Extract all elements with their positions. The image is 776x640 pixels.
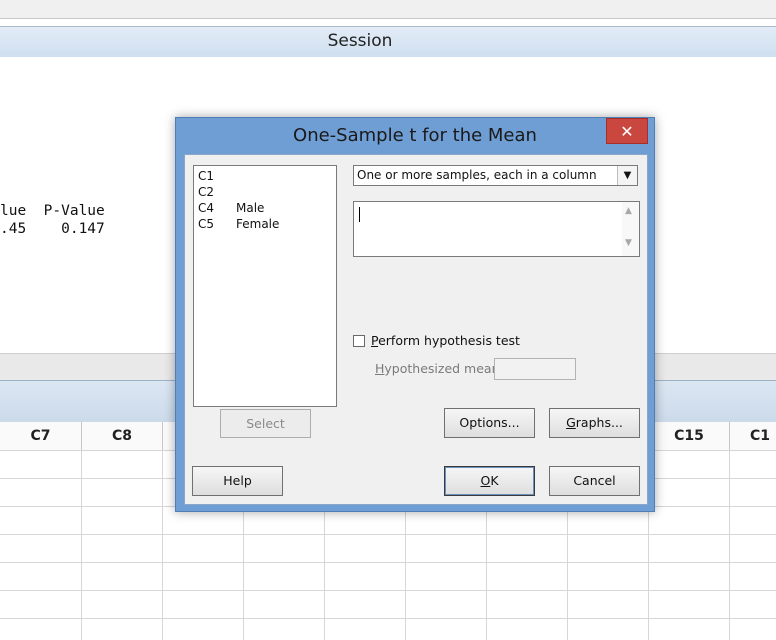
output-values: .45 0.147 [0,221,105,237]
ok-button[interactable]: OK [444,466,535,496]
graphs-button[interactable]: Graphs... [549,408,640,438]
grid-col-line [162,450,163,640]
variable-item[interactable]: C2 [198,184,236,200]
top-toolbar-strip [0,0,776,19]
column-header[interactable]: C1 [730,422,776,451]
options-button[interactable]: Options... [444,408,535,438]
grid-col-line [729,450,730,640]
select-button[interactable]: Select [220,409,311,438]
cancel-button[interactable]: Cancel [549,466,640,496]
one-sample-t-dialog[interactable]: One-Sample t for the Mean ✕ C1 C2 C4 Male… [175,117,655,512]
perform-hypothesis-checkbox[interactable] [353,335,365,347]
hypothesized-mean-label: Hypothesized mean: [375,361,504,376]
output-headers: lue P-Value [0,203,105,219]
column-header[interactable]: C7 [0,422,82,451]
variable-item[interactable]: C4 Male [198,200,264,216]
variable-item[interactable]: C1 [198,168,236,184]
samples-textarea[interactable]: ▲ ▼ [353,201,640,257]
scroll-down-icon[interactable]: ▼ [625,238,632,248]
samples-dropdown-value: One or more samples, each in a column [357,168,597,182]
grid-row-line [0,590,776,591]
grid-col-line [81,450,82,640]
dialog-title: One-Sample t for the Mean [293,125,537,146]
session-title: Session [327,31,393,51]
hypothesized-mean-input[interactable] [494,358,576,380]
textarea-scrollbar[interactable]: ▲ ▼ [622,202,639,256]
dialog-body: C1 C2 C4 Male C5 Female Select One or more… [184,154,648,505]
grid-row-line [0,618,776,619]
grid-row-line [0,562,776,563]
text-caret [359,207,360,222]
variable-list[interactable]: C1 C2 C4 Male C5 Female [193,165,337,407]
samples-dropdown[interactable]: One or more samples, each in a column ▼ [353,165,638,186]
close-button[interactable]: ✕ [606,118,648,144]
session-pane-header[interactable]: Session [0,26,776,58]
scroll-up-icon[interactable]: ▲ [625,206,632,216]
perform-hypothesis-label[interactable]: Perform hypothesis test [371,333,520,348]
help-button[interactable]: Help [192,466,283,496]
column-header[interactable]: C8 [82,422,163,451]
variable-item[interactable]: C5 Female [198,216,279,232]
grid-row-line [0,534,776,535]
column-header[interactable]: C15 [649,422,730,451]
chevron-down-icon[interactable]: ▼ [617,166,637,185]
close-icon: ✕ [620,122,634,141]
